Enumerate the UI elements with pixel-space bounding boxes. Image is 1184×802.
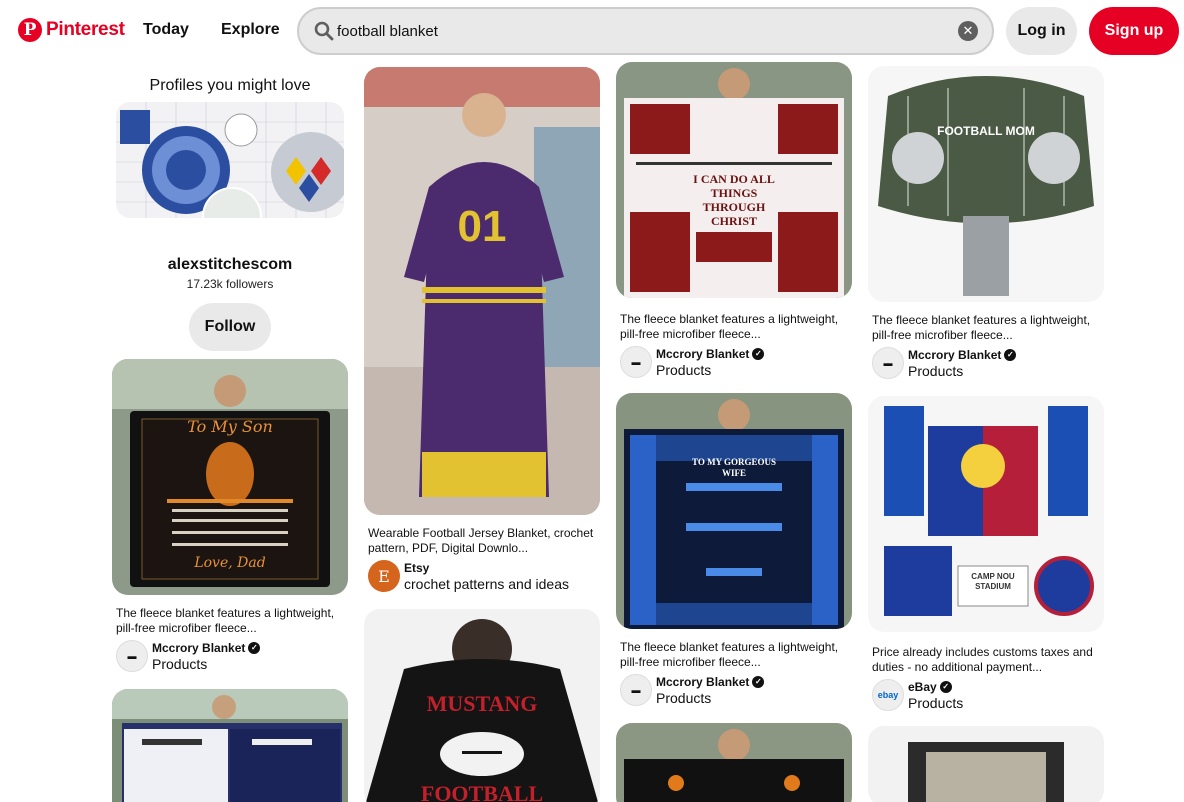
creator-avatar[interactable]: ebay (872, 679, 904, 711)
verified-icon: ✓ (939, 681, 952, 693)
creator-name[interactable]: Etsy (404, 560, 429, 576)
football-mom-graphic (868, 66, 1104, 302)
pin-card-wife-blanket[interactable]: TO MY GORGEOUS WIFE The fleece blanket f… (616, 393, 852, 706)
pin-image[interactable] (616, 723, 852, 802)
barcelona-bedding-graphic (868, 396, 1104, 632)
pin-image[interactable]: CAMP NOU STADIUM (868, 396, 1104, 632)
signup-button[interactable]: Sign up (1089, 7, 1179, 55)
pin-card-cats-blanket[interactable] (112, 689, 348, 802)
pin-card-son-blanket[interactable]: To My Son Love, Dad The fleece blanket f… (112, 359, 348, 672)
pin-image[interactable] (112, 689, 348, 802)
pin-column-1: Profiles you might love alexstitchescom … (112, 62, 348, 351)
board-name[interactable]: Products (908, 363, 1016, 379)
blanket-text: TO MY GORGEOUS WIFE (691, 457, 776, 478)
pin-title[interactable]: Wearable Football Jersey Blanket, croche… (364, 526, 600, 556)
pin-creator-row[interactable]: ▬ Mccrory Blanket ✓ Products (112, 636, 348, 672)
profile-followers: 17.23k followers (186, 277, 274, 291)
pin-creator-row[interactable]: ▬ Mccrory Blanket ✓ Products (616, 670, 852, 706)
nav-today[interactable]: Today (143, 21, 189, 39)
pin-card-mustang-blanket[interactable]: MUSTANG FOOTBALL (364, 609, 600, 802)
creator-name[interactable]: eBay (908, 679, 937, 695)
board-name[interactable]: crochet patterns and ideas (404, 576, 569, 592)
pin-creator-row[interactable]: E Etsy crochet patterns and ideas (364, 556, 600, 592)
creator-avatar[interactable]: ▬ (116, 640, 148, 672)
nav-explore[interactable]: Explore (221, 21, 280, 39)
profile-collage-image[interactable] (116, 102, 344, 218)
pin-image[interactable]: FOOTBALL MOM (868, 66, 1104, 302)
blanket-text: CAMP NOU STADIUM (971, 572, 1015, 591)
pin-image[interactable]: TO MY GORGEOUS WIFE (616, 393, 852, 629)
partial-blanket-graphic (616, 723, 852, 802)
verified-icon: ✓ (1004, 349, 1017, 361)
creator-avatar[interactable]: E (368, 560, 400, 592)
verified-icon: ✓ (752, 348, 765, 360)
pin-card-christ-blanket[interactable]: I CAN DO ALL THINGS THROUGH CHRIST The f… (616, 62, 852, 378)
pin-image[interactable]: MUSTANG FOOTBALL (364, 609, 600, 802)
pin-title[interactable]: Price already includes customs taxes and… (868, 645, 1104, 675)
pin-card-blanket-partial[interactable] (616, 723, 852, 802)
wife-blanket-graphic (616, 393, 852, 629)
search-bar[interactable]: ✕ (297, 7, 994, 55)
cats-blanket-graphic (112, 689, 348, 802)
pin-image[interactable] (868, 726, 1104, 802)
verified-icon: ✓ (752, 676, 765, 688)
blanket-text-football: FOOTBALL (420, 781, 544, 802)
pin-title[interactable]: The fleece blanket features a lightweigh… (868, 313, 1104, 343)
creator-name[interactable]: Mccrory Blanket (656, 674, 749, 690)
blanket-text-heading: To My Son (187, 417, 273, 436)
login-button[interactable]: Log in (1006, 7, 1077, 55)
jersey-blanket-graphic (364, 67, 600, 515)
pin-card-photo-blanket[interactable] (868, 726, 1104, 802)
verified-icon: ✓ (248, 642, 261, 654)
pinterest-logo-icon: P (18, 18, 42, 42)
blanket-text-signoff: Love, Dad (194, 555, 266, 571)
pin-image[interactable]: 01 (364, 67, 600, 515)
pinterest-logo[interactable]: P Pinterest (18, 18, 125, 42)
creator-avatar[interactable]: ▬ (620, 346, 652, 378)
search-input[interactable] (337, 19, 937, 43)
pin-card-barcelona-bedding[interactable]: CAMP NOU STADIUM Price already includes … (868, 396, 1104, 711)
jersey-number: 01 (457, 202, 507, 251)
board-name[interactable]: Products (656, 362, 764, 378)
top-nav-bar: P Pinterest Today Explore ✕ Log in Sign … (0, 0, 1184, 62)
pin-creator-row[interactable]: ebay eBay ✓ Products (868, 675, 1104, 711)
pin-card-football-mom[interactable]: FOOTBALL MOM The fleece blanket features… (868, 66, 1104, 379)
creator-avatar[interactable]: ▬ (620, 674, 652, 706)
pin-creator-row[interactable]: ▬ Mccrory Blanket ✓ Products (868, 343, 1104, 379)
pin-image[interactable]: I CAN DO ALL THINGS THROUGH CHRIST (616, 62, 852, 298)
pin-creator-row[interactable]: ▬ Mccrory Blanket ✓ Products (616, 342, 852, 378)
pin-title[interactable]: The fleece blanket features a lightweigh… (112, 606, 348, 636)
pin-title[interactable]: The fleece blanket features a lightweigh… (616, 312, 852, 342)
clear-search-icon[interactable]: ✕ (958, 21, 978, 41)
photo-blanket-graphic (868, 726, 1104, 802)
board-name[interactable]: Products (152, 656, 260, 672)
blanket-text-mustang: MUSTANG (426, 691, 538, 716)
creator-name[interactable]: Mccrory Blanket (656, 346, 749, 362)
creator-avatar[interactable]: ▬ (872, 347, 904, 379)
blanket-text: FOOTBALL MOM (937, 124, 1035, 138)
search-icon (314, 21, 334, 41)
creator-name[interactable]: Mccrory Blanket (152, 640, 245, 656)
board-name[interactable]: Products (656, 690, 764, 706)
board-name[interactable]: Products (908, 695, 963, 711)
creator-name[interactable]: Mccrory Blanket (908, 347, 1001, 363)
pin-image[interactable]: To My Son Love, Dad (112, 359, 348, 595)
blanket-text: I CAN DO ALL THINGS THROUGH CHRIST (693, 172, 775, 228)
logo-text: Pinterest (46, 19, 125, 40)
follow-button[interactable]: Follow (189, 303, 271, 351)
profile-name[interactable]: alexstitchescom (112, 256, 348, 274)
profiles-heading: Profiles you might love (149, 77, 311, 94)
pin-card-jersey-blanket[interactable]: 01 Wearable Football Jersey Blanket, cro… (364, 67, 600, 592)
pin-title[interactable]: The fleece blanket features a lightweigh… (616, 640, 852, 670)
